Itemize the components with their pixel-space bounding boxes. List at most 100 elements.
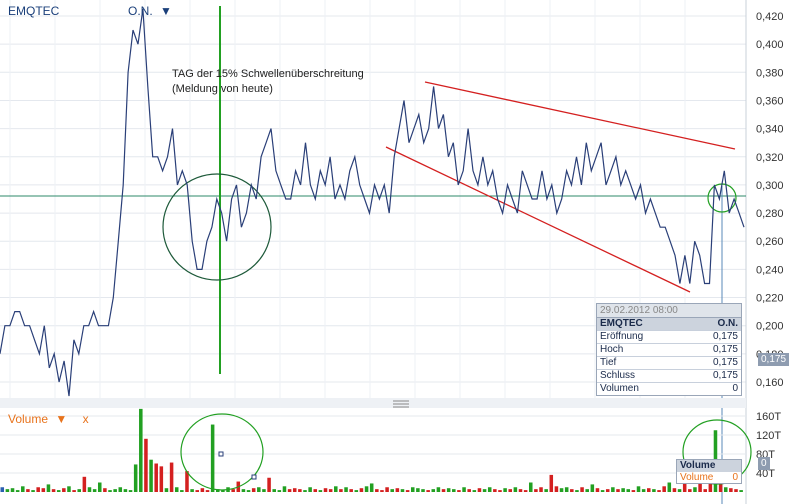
volume-bar [298, 489, 302, 492]
volume-bar [113, 489, 117, 492]
volume-bar [56, 490, 61, 492]
tooltip-row-label: Schluss [600, 370, 636, 381]
volume-bar [246, 490, 251, 492]
volume-bar [303, 490, 307, 492]
volume-bar [97, 482, 102, 492]
volume-bar [693, 487, 697, 492]
volume-bar [631, 490, 636, 492]
volume-bar [554, 486, 559, 492]
volume-bar [626, 489, 631, 492]
volume-bar [26, 489, 30, 492]
volume-bar [292, 488, 297, 492]
volume-bar [549, 474, 554, 492]
volume-bar [46, 484, 51, 492]
price-tick-label: 0,320 [756, 152, 784, 164]
volume-bar [472, 490, 477, 492]
volume-bar [164, 488, 169, 492]
volume-bar [426, 490, 430, 492]
volume-bar [662, 486, 666, 492]
volume-bar [600, 490, 605, 492]
volume-tooltip: Volume Volume 0 [676, 459, 742, 484]
volume-bar [328, 489, 333, 492]
volume-bar [82, 476, 87, 492]
panel-splitter[interactable] [0, 398, 746, 408]
volume-bar [133, 464, 138, 492]
volume-bar [400, 489, 405, 492]
volume-bar [467, 489, 471, 492]
tooltip-row-value: 0,175 [712, 370, 738, 381]
tooltip-row: Volumen 0 [597, 383, 741, 395]
volume-bar [641, 489, 646, 492]
volume-bar [667, 482, 672, 492]
volume-bar [5, 489, 10, 492]
volume-bar [149, 459, 153, 492]
volume-bar [739, 490, 743, 492]
tooltip-row-value: 0,175 [712, 357, 738, 368]
price-tick-label: 0,220 [756, 293, 784, 305]
volume-bar [508, 489, 513, 492]
current-price-tag: 0,175 [758, 353, 790, 366]
tooltip-row-value: 0,175 [712, 344, 738, 355]
volume-bar [421, 489, 425, 492]
volume-bar [313, 489, 318, 492]
volume-bar [21, 486, 25, 492]
volume-bar [251, 488, 256, 492]
tooltip-date: 29.02.2012 08:00 [597, 304, 741, 318]
volume-bar [703, 489, 707, 492]
exchange-selector[interactable]: O.N. ▼ [128, 4, 172, 18]
tooltip-row-value: 0,175 [712, 331, 738, 342]
volume-bar [205, 490, 210, 492]
annotation-line-1: TAG der 15% Schwellenüberschreitung [172, 68, 364, 80]
volume-tick-label: 120T [756, 430, 781, 442]
volume-bar [41, 488, 46, 492]
volume-bar [416, 488, 420, 492]
volume-bar [15, 490, 20, 492]
volume-bar [272, 489, 276, 492]
ohlc-tooltip: 29.02.2012 08:00 EMQTEC O.N. Eröffnung 0… [596, 303, 742, 396]
volume-bar [77, 489, 81, 492]
volume-bar [452, 489, 456, 492]
volume-bar [262, 489, 266, 492]
volume-close-icon[interactable]: x [83, 412, 89, 426]
volume-bar [282, 486, 287, 492]
volume-bar [154, 463, 158, 492]
tooltip-row: Hoch 0,175 [597, 344, 741, 357]
volume-bar [575, 490, 579, 492]
volume-bar [487, 487, 492, 492]
volume-bar [513, 487, 518, 492]
tooltip-row-label: Eröffnung [600, 331, 644, 342]
volume-bar [210, 424, 215, 492]
volume-bar [616, 489, 620, 492]
chevron-down-icon[interactable]: ▼ [160, 4, 172, 18]
volume-bar [123, 489, 128, 492]
volume-bar [87, 487, 92, 492]
volume-point-marker [218, 451, 224, 457]
tooltip-row: Schluss 0,175 [597, 370, 741, 383]
price-tick-label: 0,340 [756, 124, 784, 136]
volume-bar [688, 489, 692, 492]
volume-bar [518, 489, 523, 492]
volume-bar [503, 488, 507, 492]
volume-bar [369, 483, 374, 492]
volume-bar [375, 489, 379, 492]
price-tick-label: 0,420 [756, 11, 784, 23]
tooltip-symbol: EMQTEC [600, 318, 643, 329]
volume-panel-label: Volume [8, 412, 49, 426]
volume-bar [308, 487, 312, 492]
annotation-line-2: (Meldung von heute) [172, 83, 273, 95]
volume-bar [287, 489, 292, 492]
volume-bar [72, 490, 76, 492]
current-volume-tag: 0 [758, 457, 770, 470]
volume-bar [364, 486, 369, 492]
volume-bar [51, 489, 56, 492]
volume-bar [405, 490, 410, 492]
volume-bar [493, 489, 497, 492]
volume-bar [128, 490, 133, 492]
volume-bar [174, 487, 179, 492]
volume-bar [477, 488, 482, 492]
volume-bar [605, 489, 610, 492]
volume-bar [462, 487, 466, 492]
volume-dropdown-icon[interactable]: ▼ [55, 412, 67, 426]
volume-bar [385, 487, 389, 492]
price-tick-label: 0,260 [756, 236, 784, 248]
